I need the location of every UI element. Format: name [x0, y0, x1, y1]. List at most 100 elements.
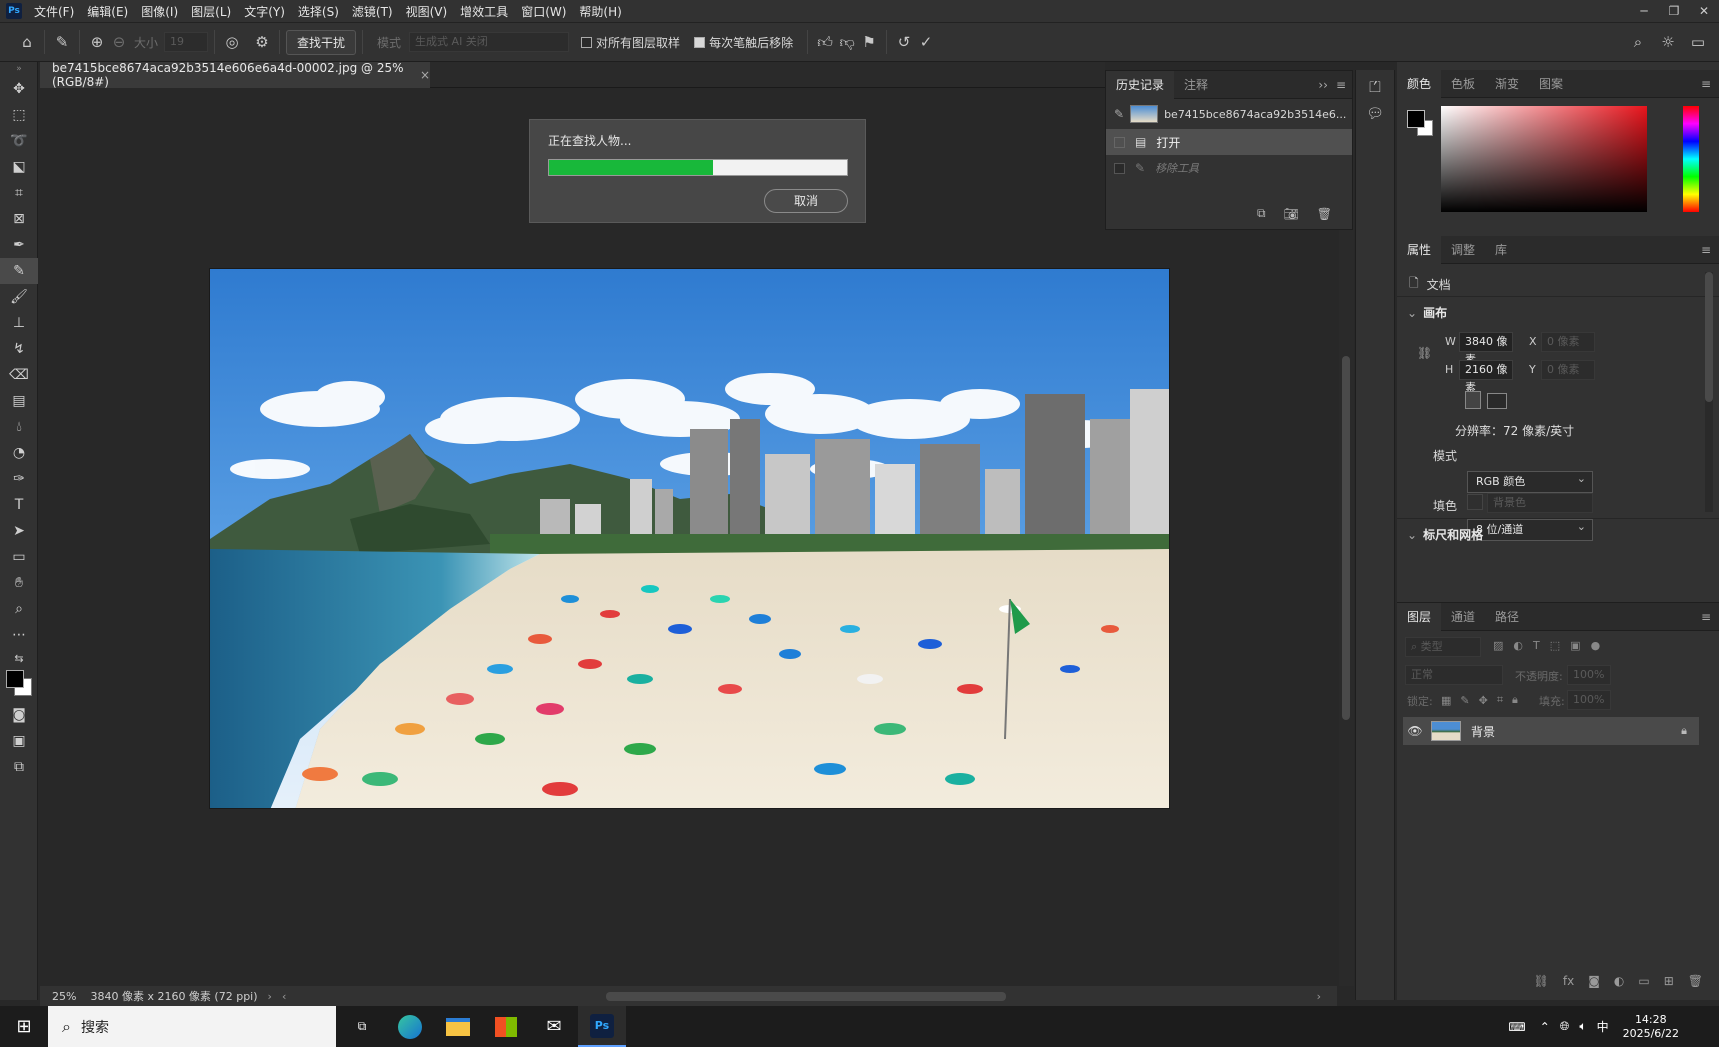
eraser-tool-icon[interactable]: ⌫ — [0, 362, 38, 388]
task-view-icon[interactable]: ⧉ — [338, 1006, 386, 1047]
tab-paths[interactable]: 路径 — [1485, 603, 1529, 631]
menu-filter[interactable]: 滤镜(T) — [352, 3, 393, 20]
pen-tool-icon[interactable]: ✑ — [0, 466, 38, 492]
cancel-button[interactable]: 取消 — [764, 189, 848, 213]
fx-icon[interactable]: fx — [1563, 974, 1574, 988]
document-tab[interactable]: be7415bce8674aca92b3514e606e6a4d-00002.j… — [40, 61, 430, 89]
chevron-right-icon[interactable]: › — [268, 990, 272, 1003]
find-distractions-button[interactable]: 查找干扰 — [286, 29, 357, 55]
menu-edit[interactable]: 编辑(E) — [87, 3, 128, 20]
tab-channels[interactable]: 通道 — [1441, 603, 1485, 631]
taskbar-search-box[interactable]: ⌕ 搜索 — [48, 1006, 336, 1047]
frame-tool-icon[interactable]: ⊠ — [0, 206, 38, 232]
undo-icon[interactable]: ↺ — [893, 31, 915, 53]
swap-colors-icon[interactable]: ⇆ — [0, 648, 38, 668]
marquee-tool-icon[interactable]: ⬚ — [0, 102, 38, 128]
lock-position-icon[interactable]: ✥ — [1479, 694, 1488, 707]
history-panel-icon[interactable]: ⏍ — [1356, 78, 1394, 96]
bit-depth-select[interactable]: 8 位/通道 — [1467, 517, 1593, 541]
dodge-tool-icon[interactable]: ◔ — [0, 440, 38, 466]
history-snapshot[interactable]: ✎ be7415bce8674aca92b3514e6... — [1106, 99, 1352, 129]
fill-input[interactable]: 100% — [1567, 690, 1611, 710]
tab-swatches[interactable]: 色板 — [1441, 70, 1485, 98]
type-tool-icon[interactable]: T — [0, 492, 38, 518]
photoshop-taskbar-icon[interactable]: Ps — [578, 1006, 626, 1047]
delete-layer-icon[interactable]: 🗑︎ — [1688, 974, 1703, 988]
panel-menu-icon[interactable]: ≡ — [1701, 77, 1711, 91]
new-layer-icon[interactable]: ⊞ — [1664, 974, 1674, 988]
object-select-tool-icon[interactable]: ⬕ — [0, 154, 38, 180]
close-tab-icon[interactable]: × — [420, 68, 430, 82]
edit-toolbar-icon[interactable]: ⧉ — [0, 754, 38, 780]
gradient-tool-icon[interactable]: ▤ — [0, 388, 38, 414]
scroll-left-icon[interactable]: ‹ — [282, 990, 286, 1003]
tab-notes[interactable]: 注释 — [1174, 71, 1218, 99]
commit-check-icon[interactable]: ✓ — [915, 31, 937, 53]
adjustment-layer-icon[interactable]: ◐ — [1614, 974, 1624, 988]
tab-libraries[interactable]: 库 — [1485, 236, 1517, 264]
history-state-checkbox[interactable] — [1114, 136, 1125, 148]
collapse-arrows-icon[interactable]: » — [0, 62, 38, 76]
menu-layer[interactable]: 图层(L) — [191, 3, 231, 20]
menu-select[interactable]: 选择(S) — [298, 3, 339, 20]
hand-tool-icon[interactable]: ✋︎ — [0, 570, 38, 596]
foreground-color-chip[interactable] — [1407, 110, 1425, 128]
menu-image[interactable]: 图像(I) — [141, 3, 178, 20]
tab-properties[interactable]: 属性 — [1397, 235, 1442, 264]
shape-layer-filter-icon[interactable]: ⬚ — [1550, 639, 1560, 652]
subtract-mode-icon[interactable]: ⊖ — [108, 31, 130, 53]
rectangle-tool-icon[interactable]: ▭ — [0, 544, 38, 570]
pressure-icon[interactable]: ◎ — [221, 31, 243, 53]
brush-tool-icon[interactable]: 🖌︎ — [0, 284, 38, 310]
crop-tool-icon[interactable]: ⌗ — [0, 180, 38, 206]
trash-icon[interactable]: 🗑︎ — [1317, 207, 1332, 221]
lasso-tool-icon[interactable]: ➰ — [0, 128, 38, 154]
panel-expand-icon[interactable]: ›› — [1318, 78, 1328, 92]
stamp-tool-icon[interactable]: ⊥ — [0, 310, 38, 336]
chevron-down-icon[interactable]: ⌄ — [1407, 306, 1417, 320]
remove-after-stroke-checkbox[interactable] — [694, 36, 706, 48]
canvas-section-header[interactable]: ⌄ 画布 — [1407, 304, 1447, 321]
layer-filter-select[interactable]: ⌕ 类型 — [1405, 637, 1481, 657]
menu-view[interactable]: 视图(V) — [406, 3, 448, 20]
clock[interactable]: 14:28 2025/6/22 — [1623, 1013, 1679, 1041]
properties-scrollbar-thumb[interactable] — [1705, 272, 1713, 402]
minimize-icon[interactable]: ─ — [1629, 4, 1659, 18]
lock-all-icon[interactable]: 🔒︎ — [1512, 693, 1518, 707]
portrait-orientation-icon[interactable] — [1465, 391, 1481, 409]
more-tools-icon[interactable]: ⋯ — [0, 622, 38, 648]
panel-menu-icon[interactable]: ≡ — [1701, 243, 1711, 257]
type-layer-filter-icon[interactable]: T — [1533, 639, 1540, 652]
mail-icon[interactable]: ✉ — [530, 1006, 578, 1047]
color-spectrum-field[interactable] — [1441, 106, 1647, 212]
document-image[interactable] — [209, 268, 1170, 809]
color-mode-select[interactable]: RGB 颜色 — [1467, 469, 1593, 493]
foreground-color-swatch[interactable] — [6, 670, 24, 688]
history-item-open[interactable]: ▤ 打开 — [1106, 129, 1352, 155]
add-mask-icon[interactable]: ◙ — [1588, 974, 1600, 988]
history-brush-source-icon[interactable]: ✎ — [1114, 107, 1124, 121]
workspace-icon[interactable]: ▭ — [1687, 31, 1709, 53]
menu-type[interactable]: 文字(Y) — [244, 3, 285, 20]
rulers-grids-section-header[interactable]: ⌄ 标尺和网格 — [1407, 526, 1483, 543]
new-group-icon[interactable]: ▭ — [1638, 974, 1649, 988]
width-input[interactable]: 3840 像素 — [1459, 332, 1513, 366]
link-layers-icon[interactable]: ⛓ — [1534, 974, 1549, 988]
history-state-checkbox[interactable] — [1114, 162, 1125, 174]
eyedropper-tool-icon[interactable]: ✒ — [0, 232, 38, 258]
lock-pixels-icon[interactable]: ✎ — [1460, 694, 1469, 707]
file-explorer-icon[interactable] — [434, 1006, 482, 1047]
thumbs-down-icon[interactable]: 👎︎ — [836, 31, 858, 53]
lock-artboard-icon[interactable]: ⌗ — [1497, 693, 1503, 707]
search-icon[interactable]: ⌕ — [1627, 31, 1649, 53]
input-method-indicator[interactable]: 中 — [1597, 1018, 1609, 1035]
panel-menu-icon[interactable]: ≡ — [1336, 78, 1346, 92]
quick-mask-icon[interactable]: ◙ — [0, 702, 38, 728]
layer-row-background[interactable]: 👁︎ 背景 🔒︎ — [1403, 717, 1699, 745]
sample-all-layers-checkbox[interactable] — [581, 36, 593, 48]
restore-icon[interactable]: ❐ — [1659, 4, 1689, 18]
history-item-remove-tool[interactable]: ✎ 移除工具 — [1106, 155, 1352, 181]
zoom-level[interactable]: 25% — [52, 990, 76, 1003]
blur-tool-icon[interactable]: 💧︎ — [0, 414, 38, 440]
hue-slider[interactable] — [1683, 106, 1699, 212]
